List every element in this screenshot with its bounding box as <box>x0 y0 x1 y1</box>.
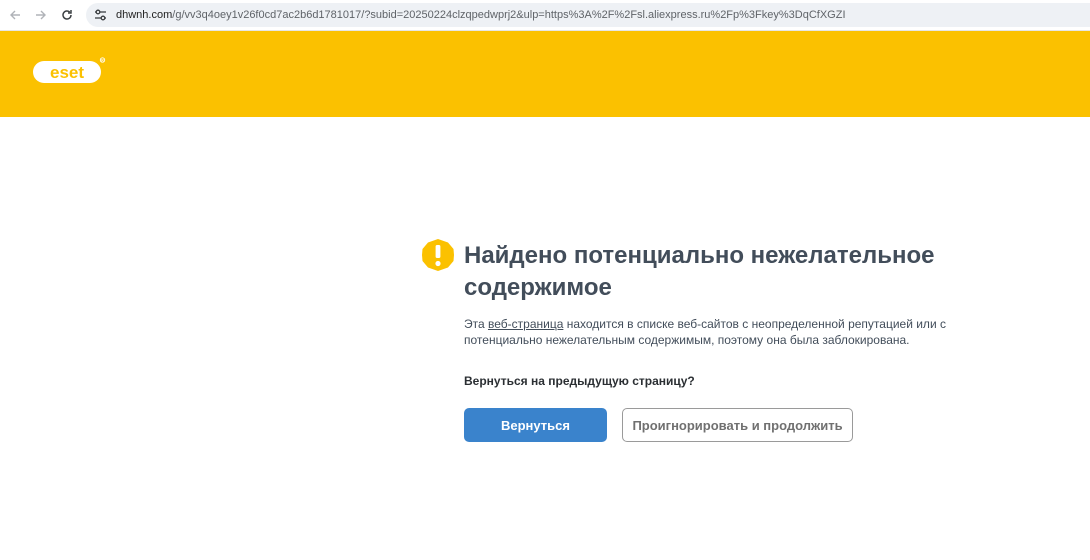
go-back-button[interactable]: Вернуться <box>464 408 607 442</box>
address-bar[interactable]: dhwnh.com/g/vv3q4oey1v26f0cd7ac2b6d17810… <box>86 3 1090 27</box>
description-text-before: Эта <box>464 317 488 331</box>
url-path: /g/vv3q4oey1v26f0cd7ac2b6d1781017/?subid… <box>172 9 846 21</box>
forward-arrow-icon[interactable] <box>30 4 52 26</box>
back-arrow-icon[interactable] <box>4 4 26 26</box>
svg-text:eset: eset <box>50 63 84 82</box>
eset-header: eset R <box>0 31 1090 117</box>
tune-icon[interactable] <box>90 5 110 25</box>
block-description: Эта веб-страница находится в списке веб-… <box>464 316 954 348</box>
page-title: Найдено потенциально нежелательное содер… <box>464 242 935 301</box>
web-page-link[interactable]: веб-страница <box>488 317 563 331</box>
url-host: dhwnh.com <box>116 9 173 21</box>
return-question: Вернуться на предыдущую страницу? <box>464 374 695 388</box>
reload-icon[interactable] <box>56 4 78 26</box>
url-text[interactable]: dhwnh.com/g/vv3q4oey1v26f0cd7ac2b6d17810… <box>116 9 846 21</box>
ignore-and-continue-button[interactable]: Проигнорировать и продолжить <box>622 408 853 442</box>
browser-toolbar: dhwnh.com/g/vv3q4oey1v26f0cd7ac2b6d17810… <box>0 0 1090 31</box>
warning-exclamation-icon <box>421 238 455 277</box>
eset-logo: eset R <box>32 55 106 92</box>
